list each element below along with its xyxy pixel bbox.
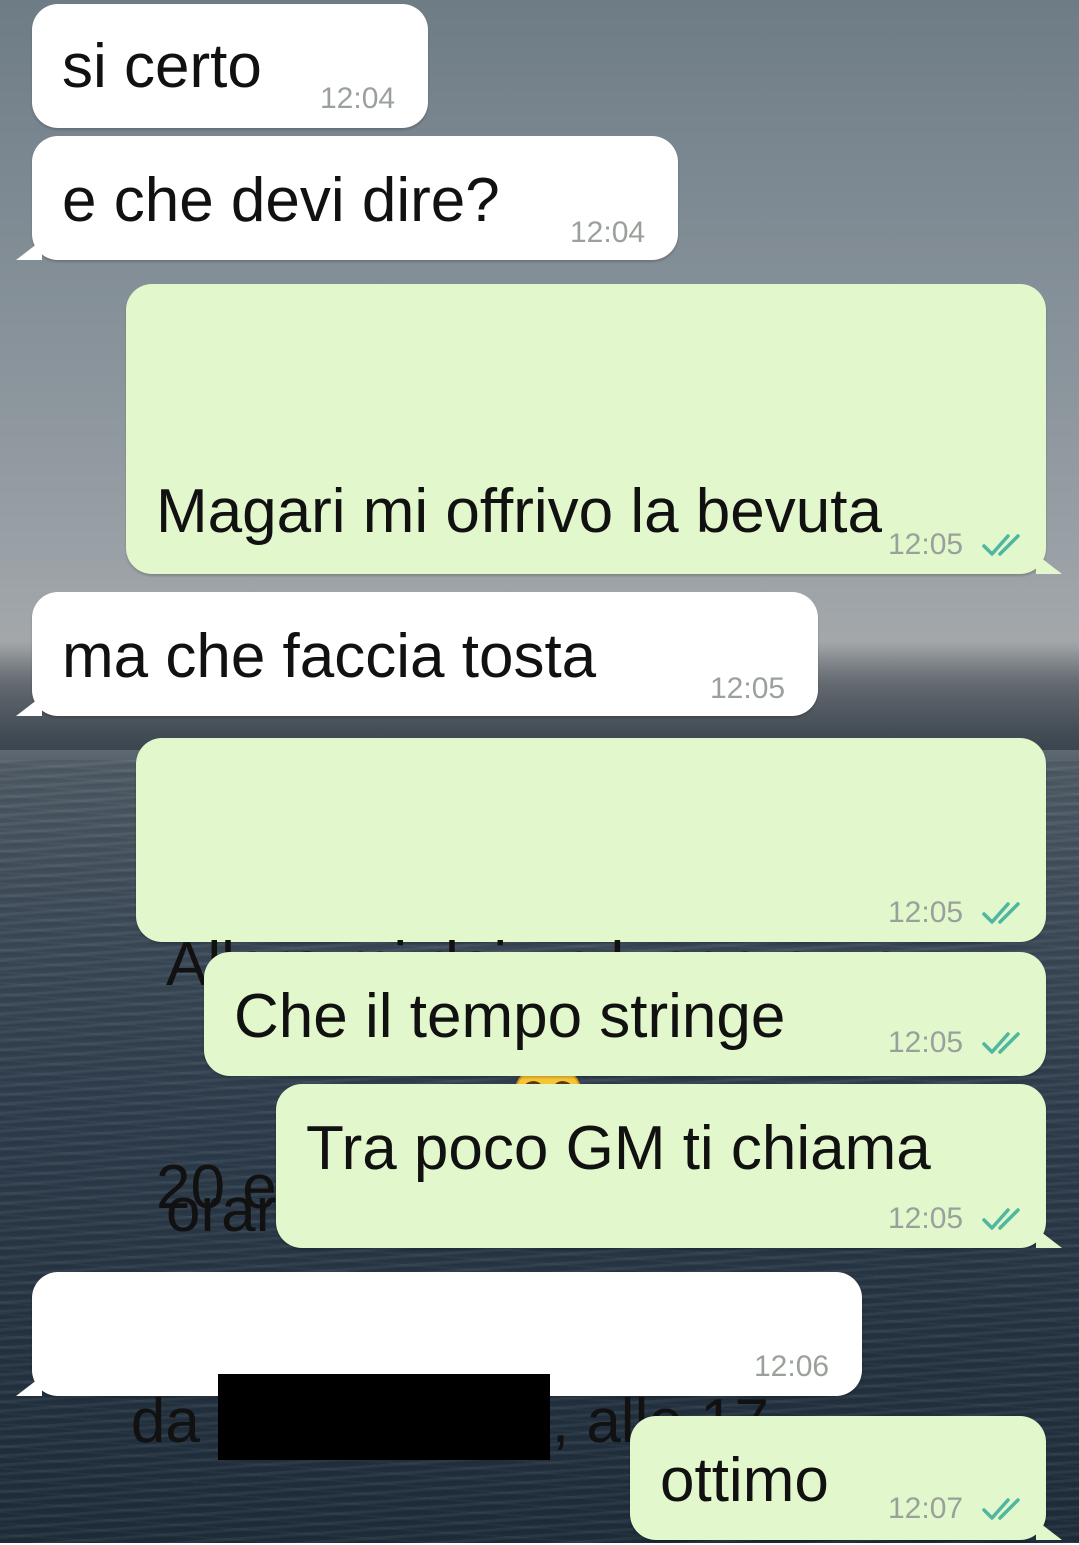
incoming-message[interactable]: si certo 12:04 [32,4,428,128]
message-timestamp: 12:07 [888,1492,964,1525]
message-timestamp: 12:05 [888,1026,964,1059]
outgoing-message[interactable]: Che il tempo stringe 12:05 [204,952,1046,1076]
read-receipt-icon [982,1032,1020,1054]
message-timestamp: 12:04 [570,216,646,249]
message-text: si certo [62,32,262,101]
redaction-block [217,1374,550,1460]
message-text: ottimo [660,1446,829,1515]
outgoing-message[interactable]: Tra poco GM ti chiama 12:05 [276,1084,1062,1248]
message-timestamp: 12:05 [888,528,964,561]
message-text: ma che faccia tosta [62,622,597,691]
message-timestamp: 12:06 [754,1350,830,1383]
read-receipt-icon [982,1498,1020,1520]
message-text-prefix: da [130,1387,200,1456]
message-timestamp: 12:05 [710,672,786,705]
outgoing-message[interactable]: ottimo 12:07 [630,1416,1062,1540]
message-line: Magari mi offrivo la bevuta [156,477,882,546]
incoming-message[interactable]: ma che faccia tosta 12:05 [16,592,818,716]
incoming-message[interactable]: e che devi dire? 12:04 [16,136,678,260]
message-text: Tra poco GM ti chiama [306,1114,931,1183]
read-receipt-icon [982,534,1020,556]
message-text: Che il tempo stringe [234,982,786,1051]
read-receipt-icon [982,1208,1020,1230]
message-timestamp: 12:05 [888,896,964,929]
outgoing-message[interactable]: Magari mi offrivo la bevuta prima, in so… [126,284,1062,1222]
message-timestamp: 12:05 [888,1202,964,1235]
message-text: e che devi dire? [62,166,500,235]
outgoing-message[interactable]: Allora mi dai un luogo e un orario? 12:0… [136,738,1046,1245]
incoming-message[interactable]: da, alle 17 12:06 [16,1272,862,1460]
read-receipt-icon [982,902,1020,924]
message-timestamp: 12:04 [320,82,396,115]
